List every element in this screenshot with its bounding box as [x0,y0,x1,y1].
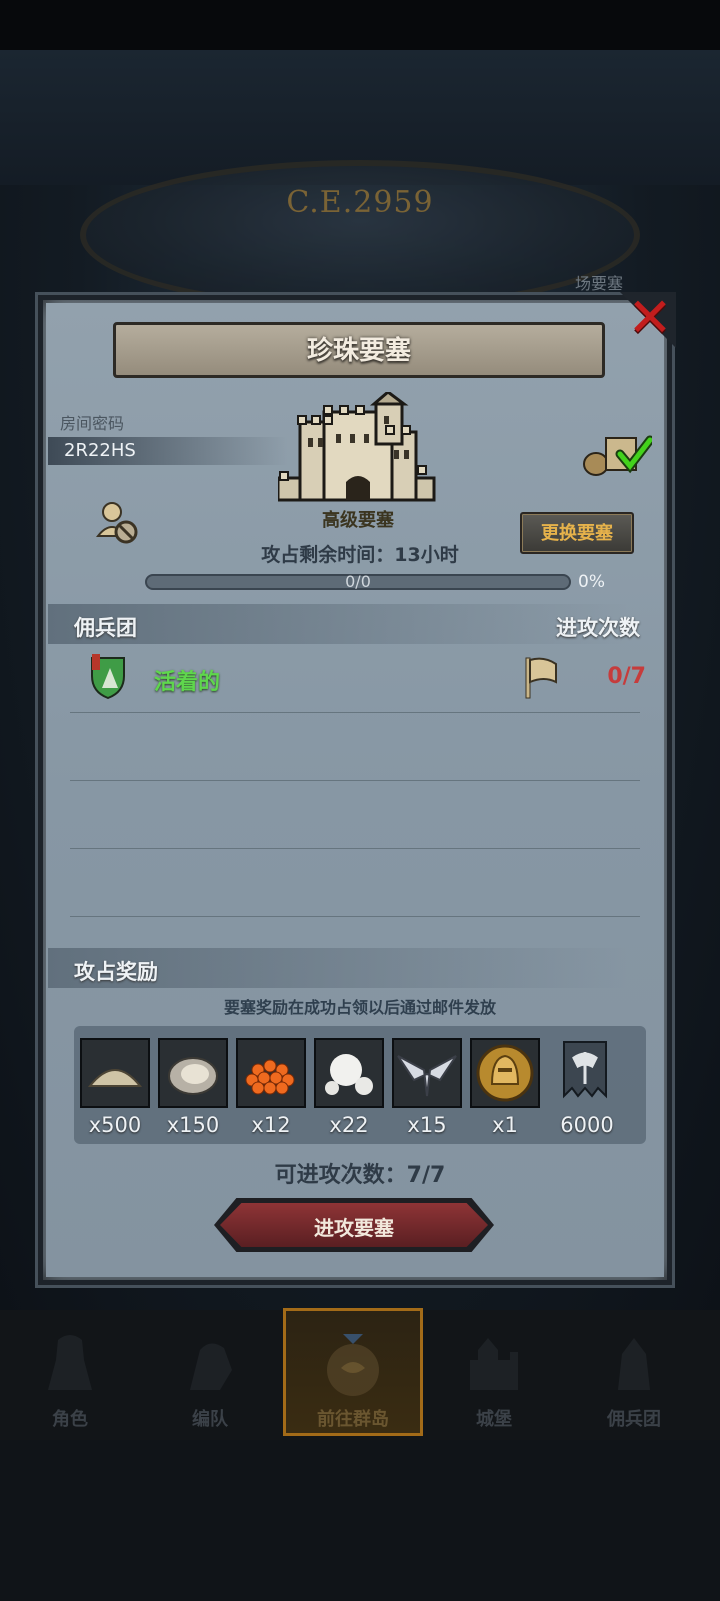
reward-qty: x22 [329,1113,369,1137]
sand-icon [82,1040,148,1106]
reward-qty: 6000 [560,1113,614,1137]
remaining-time: 攻占剩余时间：13小时 [261,544,459,566]
nav-item-formation[interactable]: 编队 [140,1310,280,1435]
castle-icon [470,1338,518,1390]
capture-progress-text: 0/0 [345,572,371,591]
reward-slot-wing-emblem[interactable] [392,1038,462,1108]
close-icon[interactable]: ✕ [626,291,674,345]
row-divider [70,848,640,849]
attack-flag-icon [525,657,557,699]
reward-slot-fish-roe[interactable] [236,1038,306,1108]
guild-name[interactable]: 活着的 [154,664,220,696]
mercenary-header: 佣兵团 [74,616,137,640]
era-dial [80,160,640,310]
mercenary-icon [618,1338,650,1390]
nav-label: 角色 [52,1409,88,1430]
formation-icon [190,1343,232,1390]
background-fortress-label: 场要塞 [575,274,624,293]
nav-label: 城堡 [476,1409,512,1430]
rewards-header: 攻占奖励 [74,960,158,984]
room-code-label: 房间密码 [60,414,125,433]
reward-slot-knight-medal[interactable] [470,1038,540,1108]
row-divider [70,780,640,781]
wing-emblem-icon [394,1040,460,1106]
nav-item-character[interactable]: 角色 [0,1310,140,1435]
nav-label: 编队 [192,1409,228,1430]
oyster-icon [160,1040,226,1106]
attacks-header: 进攻次数 [556,616,640,640]
reward-qty: x15 [407,1113,447,1137]
room-code-value[interactable]: 2R22HS [64,440,136,461]
fish-roe-icon [238,1040,304,1106]
era-text: C.E.2959 [286,185,434,220]
bottom-band [0,1440,720,1601]
status-bar [0,0,720,50]
fortress-castle-icon [278,392,436,502]
capture-progress-percent: 0% [578,572,605,592]
reward-qty: x150 [166,1113,220,1137]
fortress-level: 高级要塞 [322,510,394,531]
pearl-icon [316,1040,382,1106]
knight-medal-icon [472,1040,538,1106]
island-icon [327,1334,379,1396]
supply-ready-icon [583,435,652,476]
nav-label: 佣兵团 [607,1409,661,1430]
nav-item-islands[interactable]: 前往群岛 [283,1310,423,1435]
guild-shield-icon [91,654,125,700]
guild-banner-icon [563,1041,607,1099]
attack-fortress-label[interactable]: 进攻要塞 [214,1212,494,1241]
reward-qty: x500 [88,1113,142,1137]
reward-qty: x1 [492,1113,518,1137]
nav-label: 前往群岛 [317,1409,389,1430]
row-divider [70,916,640,917]
reward-slot-guild-banner[interactable] [552,1038,622,1108]
nav-item-mercenary[interactable]: 佣兵团 [564,1310,704,1435]
reward-slot-oyster[interactable] [158,1038,228,1108]
no-member-icon [96,502,138,544]
knight-icon [48,1335,92,1390]
reward-qty: x12 [251,1113,291,1137]
reward-slot-sand[interactable] [80,1038,150,1108]
reward-slot-pearl[interactable] [314,1038,384,1108]
rewards-note: 要塞奖励在成功占领以后通过邮件发放 [223,998,496,1017]
change-fortress-label[interactable]: 更换要塞 [520,519,634,545]
nav-item-castle[interactable]: 城堡 [424,1310,564,1435]
attackable-count: 可进攻次数：7/7 [274,1163,446,1188]
dialog-title: 珍珠要塞 [306,336,411,366]
row-divider [70,712,640,713]
guild-attack-count: 0/7 [607,664,646,689]
